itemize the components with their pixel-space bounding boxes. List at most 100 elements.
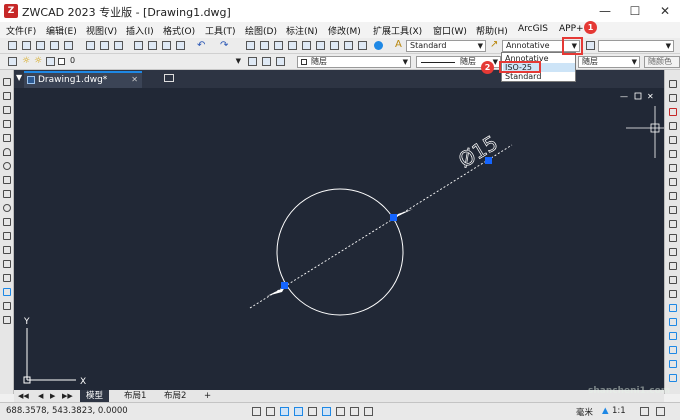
- grip-lower[interactable]: [281, 282, 288, 289]
- tab-close-icon[interactable]: ✕: [131, 73, 138, 87]
- copy-object-icon[interactable]: [669, 94, 677, 102]
- menu-draw[interactable]: 绘图(D): [245, 24, 277, 37]
- tab-drawing1[interactable]: Drawing1.dwg* ✕: [24, 71, 142, 88]
- tab-add-layout[interactable]: +: [198, 390, 217, 402]
- region-tool-icon[interactable]: [3, 288, 11, 296]
- first-layout-icon[interactable]: ◀◀: [18, 392, 29, 400]
- layer-previous-icon[interactable]: [262, 57, 271, 66]
- layer-manager-icon[interactable]: [8, 57, 17, 66]
- cut-icon[interactable]: [134, 41, 143, 50]
- polygon-tool-icon[interactable]: [3, 120, 11, 128]
- fullscreen-icon[interactable]: [656, 407, 665, 416]
- ellipse-arc-icon[interactable]: [3, 218, 11, 226]
- preview-icon[interactable]: [100, 41, 109, 50]
- last-layout-icon[interactable]: ▶▶: [62, 392, 73, 400]
- line-tool-icon[interactable]: [3, 78, 11, 86]
- zoom-window-icon[interactable]: [274, 41, 283, 50]
- tab-model[interactable]: 模型: [80, 390, 110, 402]
- prev-layout-icon[interactable]: ◀: [38, 392, 43, 400]
- plotstyle-combo[interactable]: 随颜色: [644, 56, 680, 68]
- save-icon[interactable]: [36, 41, 45, 50]
- tab-list-chevron-icon[interactable]: ▼: [16, 73, 22, 82]
- make-block-icon[interactable]: [3, 246, 11, 254]
- new-tab-icon[interactable]: [164, 74, 174, 82]
- spline-tool-icon[interactable]: [3, 190, 11, 198]
- construction-line-icon[interactable]: [3, 92, 11, 100]
- close-button[interactable]: ✕: [650, 0, 680, 22]
- table-style-icon[interactable]: [586, 41, 595, 50]
- menu-dimension[interactable]: 标注(N): [286, 24, 318, 37]
- help-circle-icon[interactable]: [374, 41, 383, 50]
- table-tool-icon[interactable]: [3, 302, 11, 310]
- zoom-previous-icon[interactable]: [288, 41, 297, 50]
- revision-cloud-icon[interactable]: [3, 176, 11, 184]
- dyn-icon[interactable]: [336, 407, 345, 416]
- layer-states-icon[interactable]: [276, 57, 285, 66]
- next-layout-icon[interactable]: ▶: [50, 392, 55, 400]
- lineweight-combo[interactable]: 随层 ▼: [578, 56, 640, 68]
- grid-icon[interactable]: [266, 407, 275, 416]
- hatch-tool-icon[interactable]: [3, 274, 11, 282]
- open-icon[interactable]: [22, 41, 31, 50]
- paste-icon[interactable]: [162, 41, 171, 50]
- copy-icon[interactable]: [148, 41, 157, 50]
- viewport-minimize-icon[interactable]: —: [620, 92, 628, 101]
- drawing-canvas[interactable]: Ø15 Y X — ✕: [14, 88, 664, 390]
- array-icon[interactable]: [669, 136, 677, 144]
- match-properties-icon[interactable]: [176, 41, 185, 50]
- redo-icon[interactable]: ↷: [220, 40, 228, 51]
- new-icon[interactable]: [8, 41, 17, 50]
- markup-icon[interactable]: [344, 41, 353, 50]
- tab-layout2[interactable]: 布局2: [158, 390, 192, 402]
- menu-arcgis[interactable]: ArcGIS: [518, 24, 548, 34]
- osnap-icon[interactable]: [308, 407, 317, 416]
- menu-tools[interactable]: 工具(T): [205, 24, 236, 37]
- maximize-button[interactable]: ☐: [620, 0, 650, 22]
- ortho-icon[interactable]: [280, 407, 289, 416]
- lineweight-icon[interactable]: [350, 407, 359, 416]
- mirror-icon[interactable]: [669, 108, 677, 116]
- circle-tool-icon[interactable]: [3, 162, 11, 170]
- fillet-icon[interactable]: [669, 276, 677, 284]
- menu-view[interactable]: 视图(V): [86, 24, 117, 37]
- menu-insert[interactable]: 插入(I): [126, 24, 154, 37]
- join-icon[interactable]: [669, 248, 677, 256]
- viewport-close-icon[interactable]: ✕: [647, 92, 654, 101]
- design-center-icon[interactable]: [316, 41, 325, 50]
- mtext-tool-icon[interactable]: [3, 316, 11, 324]
- scale-icon[interactable]: [669, 178, 677, 186]
- measure-icon[interactable]: [669, 360, 677, 368]
- annotation-scale[interactable]: 1:1: [612, 406, 626, 416]
- erase-icon[interactable]: [669, 80, 677, 88]
- otrack-icon[interactable]: [322, 407, 331, 416]
- polyline-tool-icon[interactable]: [3, 106, 11, 114]
- rotate-icon[interactable]: [669, 164, 677, 172]
- align-icon[interactable]: [669, 346, 677, 354]
- color-combo[interactable]: 随层 ▼: [297, 56, 411, 68]
- pan-icon[interactable]: [246, 41, 255, 50]
- extend-icon[interactable]: [669, 220, 677, 228]
- undo-icon[interactable]: ↶: [197, 40, 205, 51]
- text-style-combo[interactable]: Standard ▼: [406, 40, 486, 52]
- offset-icon[interactable]: [669, 122, 677, 130]
- viewport-restore-icon[interactable]: [634, 92, 642, 100]
- tpy-icon[interactable]: [364, 407, 373, 416]
- layer-combo[interactable]: 0 ▼: [67, 56, 243, 68]
- tool-palette-icon[interactable]: [330, 41, 339, 50]
- group-icon[interactable]: [669, 332, 677, 340]
- menu-extend-tools[interactable]: 扩展工具(X): [373, 24, 422, 37]
- break-icon[interactable]: [669, 234, 677, 242]
- menu-format[interactable]: 格式(O): [163, 24, 195, 37]
- point-tool-icon[interactable]: [3, 260, 11, 268]
- arc-tool-icon[interactable]: [3, 148, 11, 156]
- stretch-icon[interactable]: [669, 192, 677, 200]
- snap-icon[interactable]: [252, 407, 261, 416]
- draw-order-icon[interactable]: [669, 318, 677, 326]
- layer-iso-icon[interactable]: [669, 304, 677, 312]
- export-icon[interactable]: [64, 41, 73, 50]
- grip-middle[interactable]: [390, 214, 397, 221]
- menu-window[interactable]: 窗口(W): [433, 24, 467, 37]
- trim-icon[interactable]: [669, 206, 677, 214]
- minimize-button[interactable]: —: [590, 0, 620, 22]
- menu-modify[interactable]: 修改(M): [328, 24, 361, 37]
